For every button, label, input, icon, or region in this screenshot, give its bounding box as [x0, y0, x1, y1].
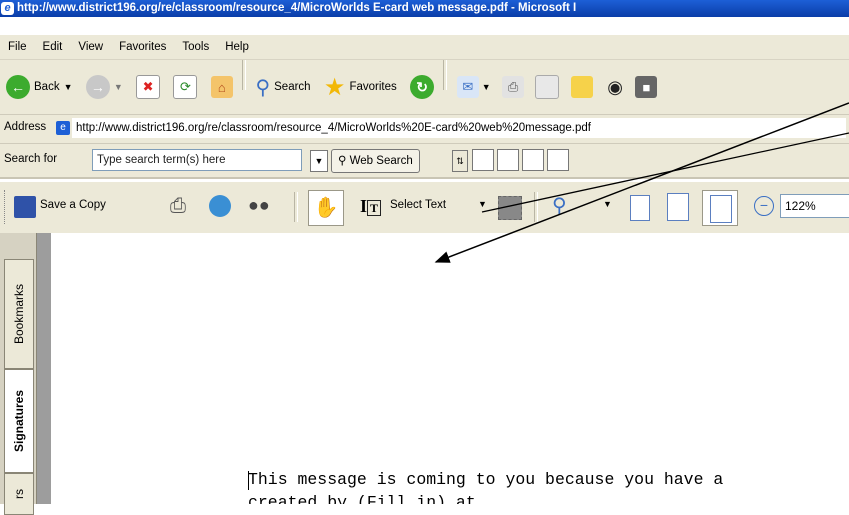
annotation-arrow-secondary [481, 132, 849, 213]
annotation-arrows [434, 102, 849, 263]
annotation-arrow-select-text [434, 102, 849, 263]
